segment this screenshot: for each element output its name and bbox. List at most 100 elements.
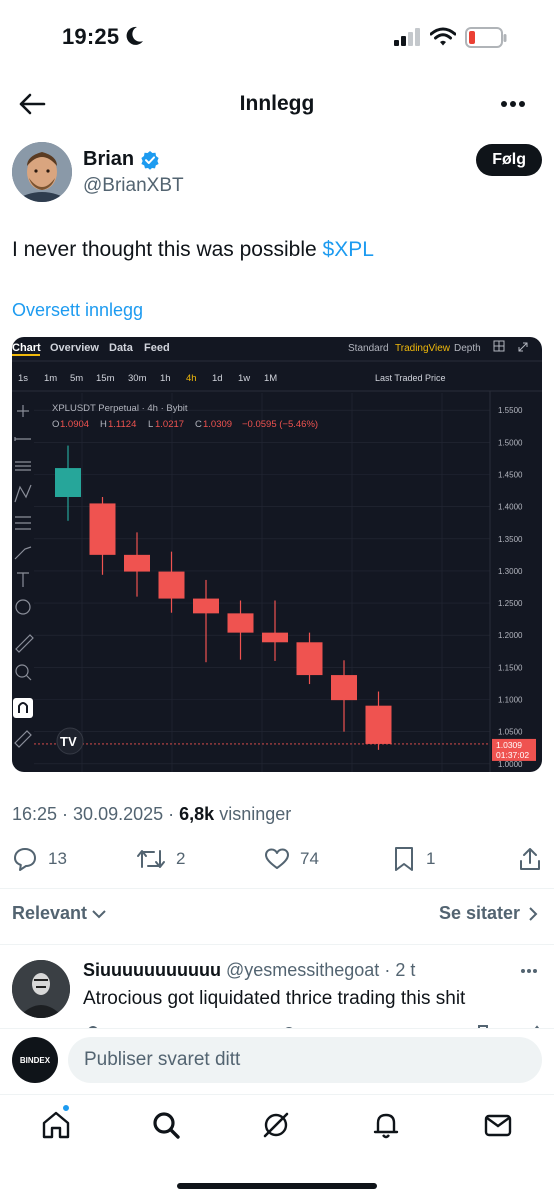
chart-grid	[34, 393, 490, 772]
search-icon[interactable]	[150, 1109, 182, 1141]
translate-link[interactable]: Oversett innlegg	[12, 300, 143, 321]
page-title: Innlegg	[239, 92, 315, 115]
reply-composer: BINDEX Publiser svaret ditt	[0, 1028, 554, 1094]
interval-1m: 1m	[44, 373, 57, 384]
ohlc-close: 1.0309	[203, 419, 232, 430]
bottom-tab-bar	[0, 1094, 554, 1160]
chevron-right-icon	[529, 906, 538, 921]
y-tick-label: 1.3500	[498, 535, 523, 544]
y-tick-label: 1.1500	[498, 663, 523, 672]
home-unread-dot	[62, 1104, 70, 1112]
svg-text:C: C	[195, 419, 202, 430]
cashtag-link[interactable]: $XPL	[323, 238, 374, 261]
my-avatar[interactable]: BINDEX	[12, 1037, 58, 1083]
ohlc-high: 1.1124	[108, 419, 136, 430]
interval-4h: 4h	[186, 373, 197, 384]
notifications-icon[interactable]	[370, 1109, 402, 1141]
follow-button[interactable]: Følg	[476, 144, 542, 176]
chart-drawing-tools	[13, 405, 34, 748]
messages-icon[interactable]	[482, 1109, 514, 1141]
home-icon[interactable]	[40, 1109, 72, 1141]
svg-text:O: O	[52, 419, 59, 430]
tweet-meta: 16:25 · 30.09.2025 · 6,8k visninger	[12, 804, 292, 824]
svg-text:H: H	[100, 419, 107, 430]
tweet-text: I never thought this was possible $XPL	[12, 238, 374, 262]
tradingview-logo-icon: TV	[56, 727, 84, 755]
ohlc-legend: O 1.0904 H 1.1124 L 1.0217 C 1.0309 −0.0595 …	[52, 419, 318, 430]
svg-text:L: L	[148, 419, 153, 430]
reply-button[interactable]: 13	[12, 846, 67, 872]
interval-1w: 1w	[238, 373, 250, 384]
chart-mode-tradingview: TradingView	[395, 343, 451, 354]
share-button[interactable]	[518, 846, 542, 872]
reply-input[interactable]: Publiser svaret ditt	[68, 1037, 542, 1083]
divider	[0, 888, 554, 889]
ohlc-low: 1.0217	[155, 419, 184, 430]
cellular-signal-icon	[394, 28, 420, 46]
tweet-author: Brian @BrianXBT Følg	[12, 142, 542, 206]
candles	[55, 445, 392, 750]
y-tick-label: 1.2000	[498, 631, 523, 640]
share-icon	[520, 848, 540, 870]
y-tick-label: 1.3000	[498, 567, 523, 576]
y-tick-label: 1.4000	[498, 503, 523, 512]
interval-1s: 1s	[18, 373, 28, 384]
reply-author-name[interactable]: Siuuuuuuuuuuu	[83, 960, 221, 980]
chart-mode-depth: Depth	[454, 343, 481, 354]
candle-body	[158, 571, 185, 599]
like-button[interactable]: 74	[264, 846, 319, 872]
tweet-body: I never thought this was possible	[12, 238, 323, 261]
y-tick-label: 1.5000	[498, 438, 523, 447]
grok-icon[interactable]	[260, 1109, 292, 1141]
reply-icon	[14, 848, 36, 871]
price-axis: 1.5500 1.5000 1.4500 1.4000 1.3500 1.3000 1.25…	[498, 406, 523, 769]
interval-15m: 15m	[96, 373, 115, 384]
view-quotes-link[interactable]: Se sitater	[439, 903, 538, 924]
reply-more-icon[interactable]	[520, 968, 538, 974]
views-label: visninger	[219, 804, 292, 824]
interval-1d: 1d	[212, 373, 223, 384]
interval-1M: 1M	[264, 373, 277, 384]
chart-image[interactable]: Chart Overview Data Feed Standard Tradin…	[12, 337, 542, 772]
chart-tab-data: Data	[109, 342, 134, 354]
avatar[interactable]	[12, 142, 72, 202]
interval-5m: 5m	[70, 373, 83, 384]
svg-text:TV: TV	[60, 734, 77, 749]
sort-relevant-dropdown[interactable]: Relevant	[12, 903, 107, 924]
top-nav: Innlegg	[0, 80, 554, 130]
trading-chart: Chart Overview Data Feed Standard Tradin…	[12, 340, 542, 772]
reply-avatar[interactable]	[12, 960, 70, 1018]
symbol-line: XPLUSDT Perpetual · 4h · Bybit	[52, 403, 188, 414]
candle-body	[124, 554, 150, 572]
chevron-down-icon	[92, 909, 106, 918]
tweet-actions: 13 2 74 1	[12, 842, 542, 878]
author-handle[interactable]: @BrianXBT	[83, 175, 184, 197]
views-count: 6,8k	[179, 804, 215, 824]
more-options-icon[interactable]	[500, 100, 526, 108]
last-price-countdown: 01:37:02	[496, 750, 529, 760]
candle-body	[331, 675, 357, 701]
ohlc-open: 1.0904	[60, 419, 89, 430]
candle-body	[55, 468, 81, 497]
y-tick-label: 1.0500	[498, 728, 523, 737]
tweet-time: 16:25	[12, 804, 58, 824]
price-source-select: Last Traded Price	[375, 373, 446, 383]
chart-tab-overview: Overview	[50, 342, 99, 354]
candle-body	[193, 598, 219, 614]
interval-1h: 1h	[160, 373, 171, 384]
reply-author-handle[interactable]: @yesmessithegoat	[226, 960, 379, 980]
reply-age: 2 t	[395, 960, 416, 980]
ohlc-change: −0.0595 (−5.46%)	[242, 419, 318, 430]
interval-row: 1s 1m 5m 15m 30m 1h 4h 1d 1w 1M	[18, 373, 277, 384]
chart-tab-feed: Feed	[144, 342, 170, 354]
reply-item[interactable]: Siuuuuuuuuuuu @yesmessithegoat · 2 t Atr…	[12, 958, 542, 1028]
divider	[0, 944, 554, 945]
repost-count: 2	[176, 849, 186, 868]
candle-body	[227, 613, 254, 633]
last-price-label: 1.0309	[496, 740, 522, 750]
bookmark-button[interactable]: 1	[392, 846, 435, 872]
chart-mode-standard: Standard	[348, 343, 389, 354]
author-name[interactable]: Brian	[83, 148, 134, 171]
repost-button[interactable]: 2	[136, 846, 185, 872]
home-indicator	[177, 1183, 377, 1189]
